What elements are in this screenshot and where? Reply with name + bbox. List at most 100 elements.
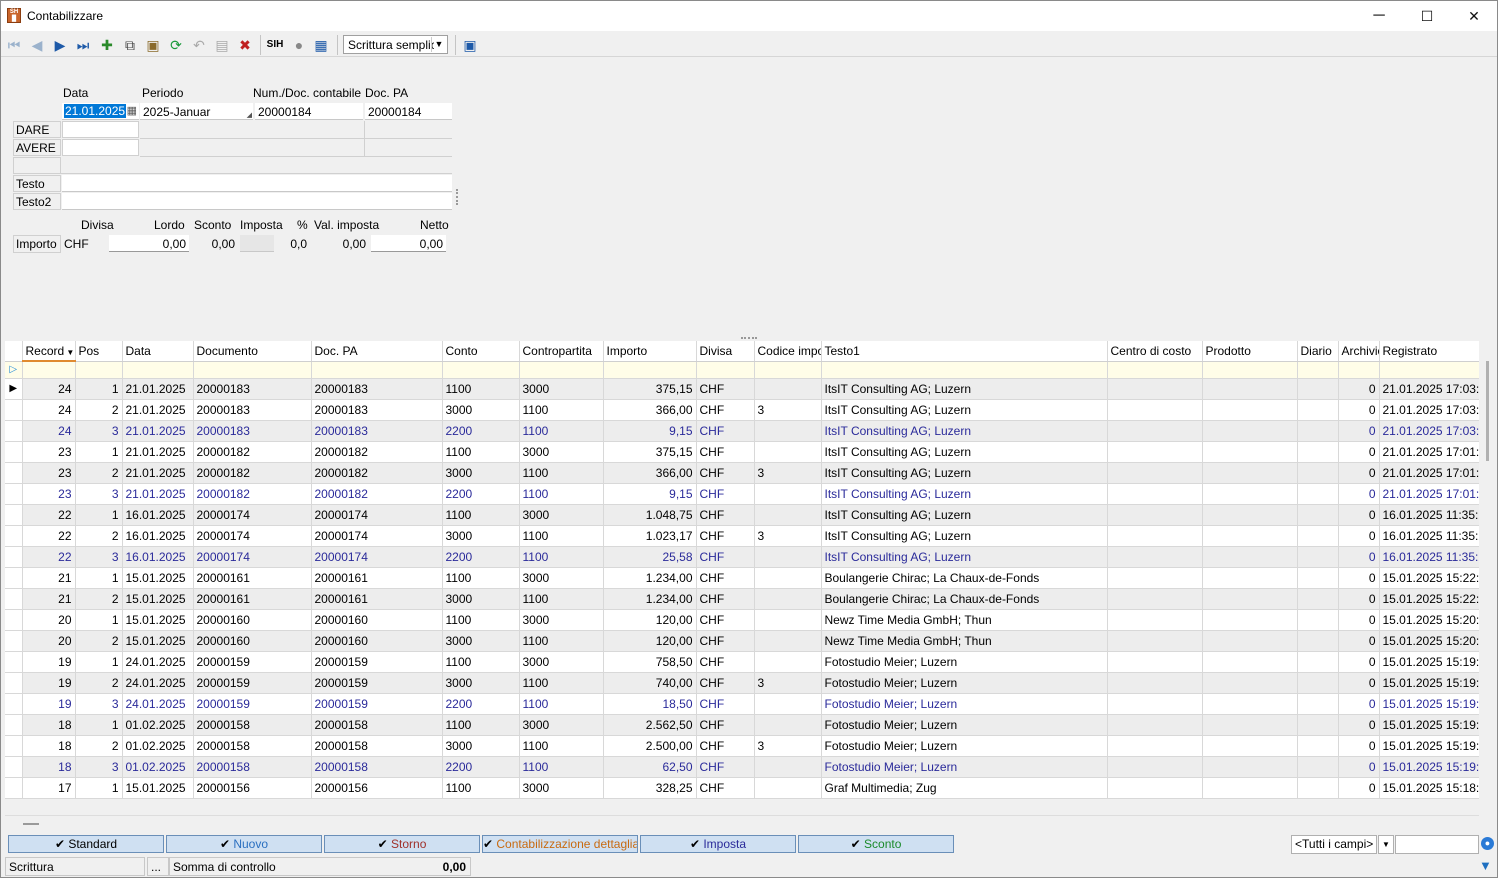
table-cell[interactable]: CHF: [696, 378, 755, 400]
table-cell[interactable]: 18: [22, 735, 76, 757]
table-row[interactable]: 18 3 01.02.2025 20000158 20000158 2200 1100 62,…: [5, 756, 1479, 778]
table-cell[interactable]: [1107, 399, 1203, 421]
table-cell[interactable]: 3000: [442, 525, 520, 547]
table-cell[interactable]: 24.01.2025: [122, 651, 194, 673]
table-cell[interactable]: [1107, 630, 1203, 652]
field-select[interactable]: <Tutti i campi>: [1291, 835, 1377, 854]
table-cell[interactable]: [754, 420, 822, 442]
table-cell[interactable]: 21: [22, 588, 76, 610]
table-cell[interactable]: [1202, 441, 1298, 463]
table-cell[interactable]: 20000183: [311, 399, 443, 421]
table-cell[interactable]: 1: [75, 777, 123, 799]
table-cell[interactable]: 1.234,00: [603, 588, 697, 610]
table-cell[interactable]: 1100: [519, 588, 604, 610]
table-cell[interactable]: 2: [75, 735, 123, 757]
table-cell[interactable]: 20000159: [193, 672, 312, 694]
table-cell[interactable]: [1297, 609, 1339, 631]
scroll-thumb[interactable]: [1486, 361, 1489, 461]
table-cell[interactable]: [754, 714, 822, 736]
table-cell[interactable]: 15.01.2025 15:19:2: [1379, 714, 1479, 736]
table-cell[interactable]: 2: [75, 462, 123, 484]
table-cell[interactable]: 3: [754, 462, 822, 484]
table-cell[interactable]: 20000183: [193, 420, 312, 442]
table-cell[interactable]: 0: [1338, 672, 1380, 694]
table-cell[interactable]: [754, 546, 822, 568]
table-cell[interactable]: 15.01.2025 15:20:2: [1379, 630, 1479, 652]
column-header[interactable]: Documento: [193, 341, 312, 362]
table-cell[interactable]: 3000: [442, 735, 520, 757]
table-cell[interactable]: 20000182: [193, 441, 312, 463]
table-cell[interactable]: 20000174: [193, 546, 312, 568]
table-row[interactable]: 18 2 01.02.2025 20000158 20000158 3000 1100 2.5…: [5, 735, 1479, 757]
floppy-save-icon[interactable]: ▣: [461, 36, 479, 54]
table-cell[interactable]: 20000174: [193, 504, 312, 526]
table-cell[interactable]: 2: [75, 525, 123, 547]
table-cell[interactable]: 0: [1338, 735, 1380, 757]
column-header[interactable]: Prodotto: [1202, 341, 1298, 362]
table-cell[interactable]: 1100: [519, 525, 604, 547]
table-cell[interactable]: 21: [22, 567, 76, 589]
table-cell[interactable]: 20000160: [311, 630, 443, 652]
table-cell[interactable]: 0: [1338, 693, 1380, 715]
table-cell[interactable]: 15.01.2025 15:20:2: [1379, 609, 1479, 631]
table-cell[interactable]: [1107, 777, 1203, 799]
table-cell[interactable]: 1: [75, 609, 123, 631]
table-cell[interactable]: 740,00: [603, 672, 697, 694]
save-icon[interactable]: ▤: [213, 36, 231, 54]
filter-cell[interactable]: [1379, 361, 1479, 379]
table-cell[interactable]: 21.01.2025 17:03:0: [1379, 378, 1479, 400]
table-cell[interactable]: 20000158: [193, 735, 312, 757]
table-cell[interactable]: ItsIT Consulting AG; Luzern: [821, 441, 1108, 463]
table-cell[interactable]: 20000183: [193, 399, 312, 421]
column-header[interactable]: Data: [122, 341, 194, 362]
table-row[interactable]: 24 2 21.01.2025 20000183 20000183 3000 1100 366…: [5, 399, 1479, 421]
dare-account-field[interactable]: [62, 121, 139, 138]
table-cell[interactable]: 18,50: [603, 693, 697, 715]
table-cell[interactable]: 1100: [442, 609, 520, 631]
table-cell[interactable]: [1107, 588, 1203, 610]
table-cell[interactable]: Newz Time Media GmbH; Thun: [821, 609, 1108, 631]
table-cell[interactable]: 3000: [519, 609, 604, 631]
table-cell[interactable]: [1297, 651, 1339, 673]
table-cell[interactable]: 62,50: [603, 756, 697, 778]
table-cell[interactable]: 19: [22, 693, 76, 715]
table-cell[interactable]: [754, 693, 822, 715]
filter-cell[interactable]: [442, 361, 520, 379]
table-cell[interactable]: CHF: [696, 462, 755, 484]
table-cell[interactable]: 24: [22, 378, 76, 400]
table-cell[interactable]: 15.01.2025: [122, 630, 194, 652]
table-cell[interactable]: ItsIT Consulting AG; Luzern: [821, 378, 1108, 400]
table-cell[interactable]: 18: [22, 714, 76, 736]
table-cell[interactable]: 24.01.2025: [122, 672, 194, 694]
maximize-button[interactable]: ☐: [1404, 1, 1450, 31]
table-cell[interactable]: ItsIT Consulting AG; Luzern: [821, 546, 1108, 568]
table-cell[interactable]: 15.01.2025: [122, 588, 194, 610]
table-cell[interactable]: 16.01.2025: [122, 525, 194, 547]
table-cell[interactable]: 328,25: [603, 777, 697, 799]
table-cell[interactable]: ItsIT Consulting AG; Luzern: [821, 525, 1108, 547]
table-cell[interactable]: [1297, 420, 1339, 442]
table-cell[interactable]: 0: [1338, 777, 1380, 799]
table-cell[interactable]: 2200: [442, 546, 520, 568]
table-cell[interactable]: CHF: [696, 504, 755, 526]
table-cell[interactable]: 19: [22, 651, 76, 673]
table-cell[interactable]: 16.01.2025 11:35:2: [1379, 504, 1479, 526]
table-cell[interactable]: 20000159: [311, 693, 443, 715]
table-cell[interactable]: 1100: [519, 693, 604, 715]
filter-cell[interactable]: [22, 361, 76, 379]
table-row[interactable]: 21 1 15.01.2025 20000161 20000161 1100 3000 1.2…: [5, 567, 1479, 589]
table-cell[interactable]: 2200: [442, 483, 520, 505]
table-cell[interactable]: 1100: [519, 483, 604, 505]
table-cell[interactable]: 15.01.2025 15:22:4: [1379, 567, 1479, 589]
table-cell[interactable]: [1107, 714, 1203, 736]
table-cell[interactable]: Fotostudio Meier; Luzern: [821, 672, 1108, 694]
table-cell[interactable]: 2200: [442, 756, 520, 778]
table-cell[interactable]: 20000161: [193, 567, 312, 589]
table-cell[interactable]: ItsIT Consulting AG; Luzern: [821, 504, 1108, 526]
table-cell[interactable]: 20000183: [311, 378, 443, 400]
table-row[interactable]: 18 1 01.02.2025 20000158 20000158 1100 3000 2.5…: [5, 714, 1479, 736]
column-header[interactable]: Diario: [1297, 341, 1339, 362]
table-cell[interactable]: CHF: [696, 483, 755, 505]
table-cell[interactable]: 1100: [519, 420, 604, 442]
table-cell[interactable]: [1202, 777, 1298, 799]
